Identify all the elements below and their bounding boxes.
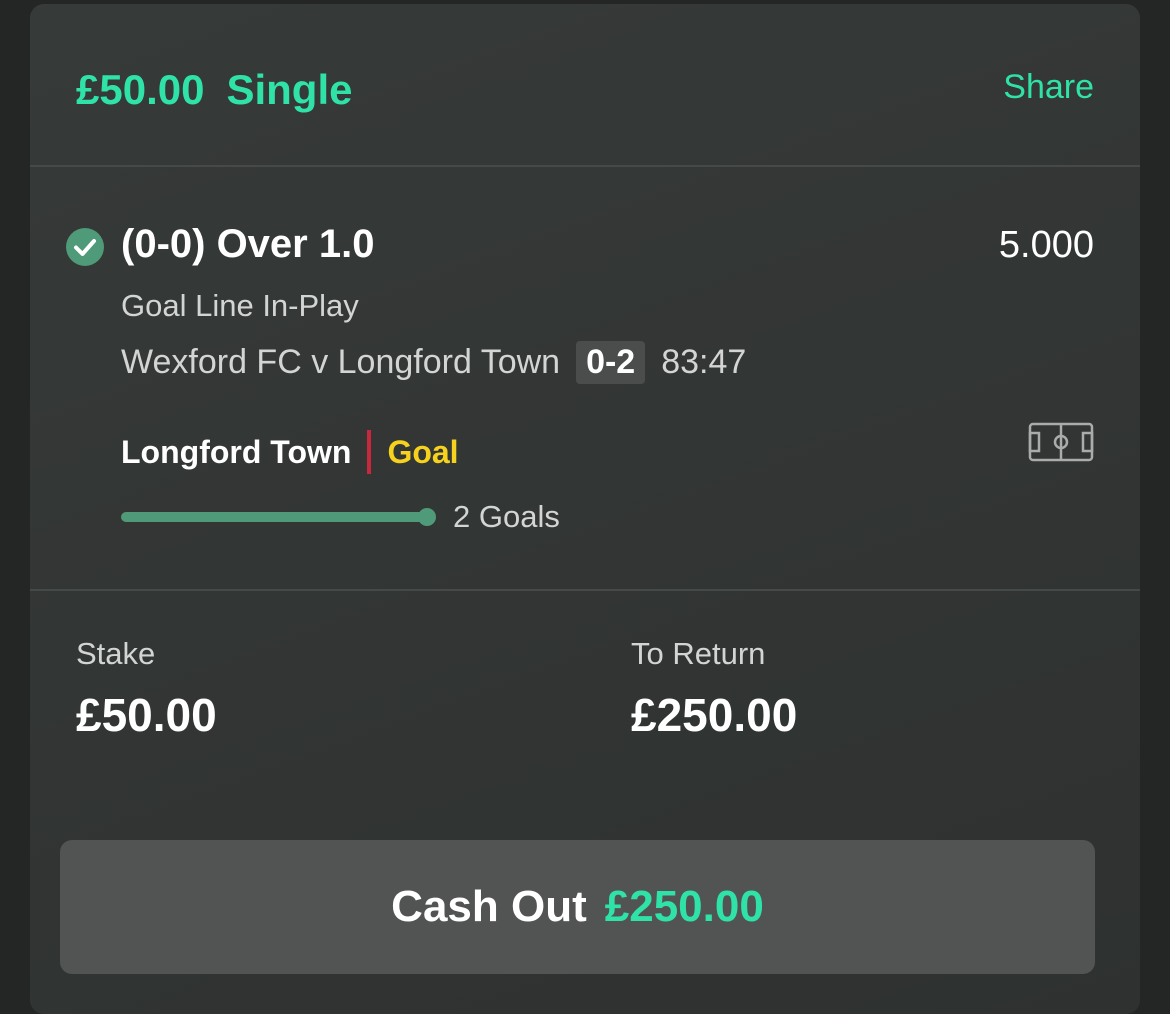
last-event: Longford Town Goal: [121, 429, 459, 475]
match-clock: 83:47: [661, 342, 747, 381]
return-value: £250.00: [631, 689, 798, 741]
cash-out-label: Cash Out: [391, 882, 587, 931]
score-badge: 0-2: [576, 340, 646, 384]
goal-progress-fill: [121, 512, 427, 522]
bet-type: Single: [226, 66, 353, 113]
event-name: Wexford FC v Longford Town: [121, 342, 561, 381]
last-event-divider: [367, 430, 372, 474]
cash-out-value: £250.00: [604, 882, 764, 931]
event-line: Wexford FC v Longford Town 0-2 83:47: [121, 338, 746, 386]
last-event-team: Longford Town: [121, 433, 352, 470]
selection-details: (0-0) Over 1.0 5.000 Goal Line In-Play W…: [30, 167, 1140, 591]
stake-label: Stake: [76, 636, 156, 671]
bet-stake-amount: £50.00: [76, 66, 205, 113]
check-circle-icon: [66, 228, 104, 266]
goal-progress-label: 2 Goals: [453, 499, 560, 534]
market-name: Goal Line In-Play: [121, 288, 359, 323]
stake-value: £50.00: [76, 689, 217, 741]
goal-progress-bar: [121, 508, 436, 526]
goal-progress-handle: [418, 508, 436, 526]
cash-out-button[interactable]: Cash Out £250.00: [60, 840, 1095, 974]
last-event-type: Goal: [387, 433, 459, 470]
stake-summary: Stake £50.00: [76, 636, 217, 742]
selection-odds: 5.000: [998, 224, 1094, 266]
pitch-icon[interactable]: [1028, 421, 1094, 463]
share-button[interactable]: Share: [1003, 68, 1094, 107]
bet-title: £50.00 Single: [76, 66, 353, 114]
bet-header: £50.00 Single Share: [30, 4, 1140, 167]
goal-progress: 2 Goals: [121, 495, 560, 539]
bet-card: £50.00 Single Share (0-0) Over 1.0 5.000 …: [30, 4, 1140, 1014]
return-summary: To Return £250.00: [631, 636, 797, 742]
return-label: To Return: [631, 636, 766, 671]
selection-name: (0-0) Over 1.0: [121, 222, 375, 266]
